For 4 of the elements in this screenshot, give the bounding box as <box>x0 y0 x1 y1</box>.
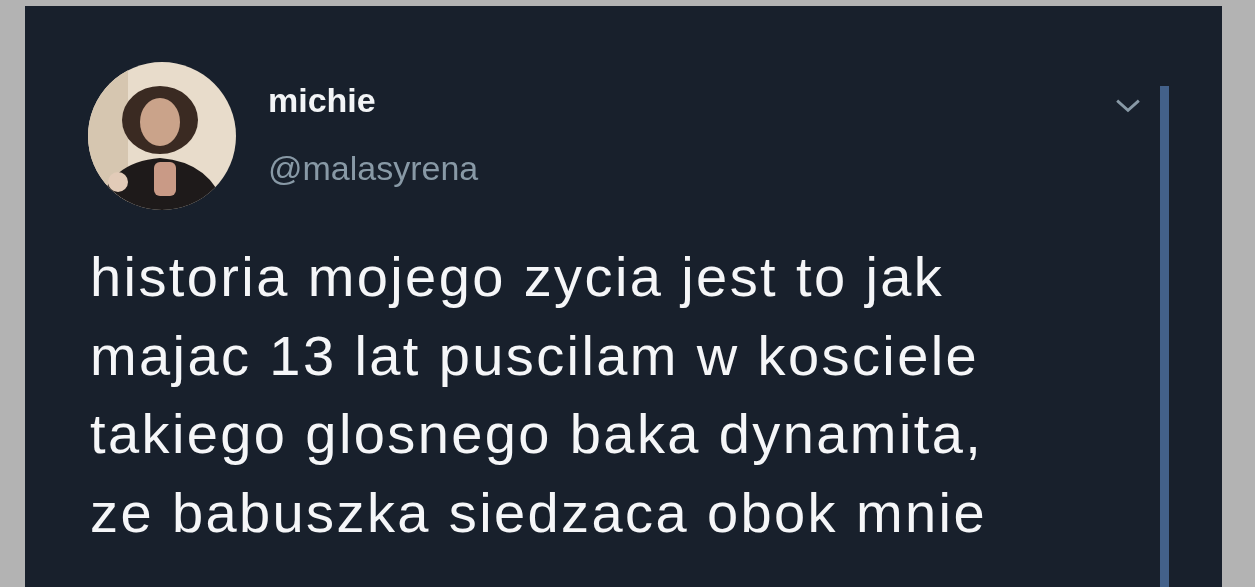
user-handle[interactable]: @malasyrena <box>268 148 479 188</box>
tweet-text: historia mojego zycia jest to jak majac 13 lat puscilam w kosciele takiego glosnego baka dynamita, ze babuszka siedzaca obok mnie <box>90 244 987 546</box>
display-name[interactable]: michie <box>268 80 479 120</box>
chevron-down-icon[interactable] <box>1115 98 1141 114</box>
